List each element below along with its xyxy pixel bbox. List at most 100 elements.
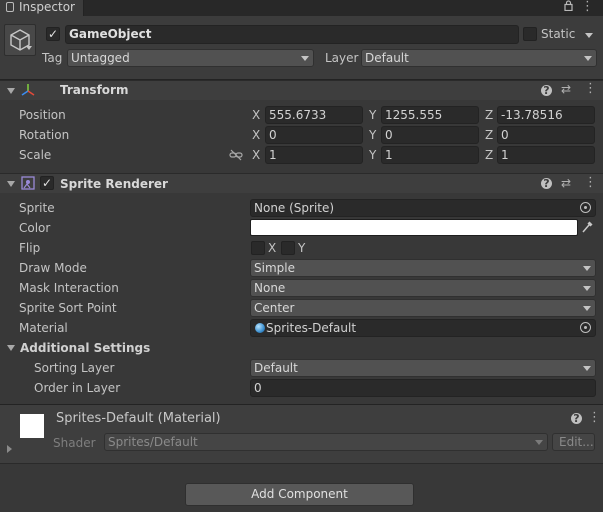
flip-x-label: X <box>268 241 277 255</box>
flip-label: Flip <box>19 241 41 255</box>
transform-foldout-icon[interactable] <box>7 88 15 94</box>
kebab-menu-icon[interactable]: ⋮ <box>581 0 594 14</box>
layer-value: Default <box>365 51 409 65</box>
transform-title: Transform <box>60 83 129 97</box>
sorting-layer-label: Sorting Layer <box>34 361 115 375</box>
position-z-label[interactable]: Z <box>485 108 493 122</box>
mask-interaction-value: None <box>254 281 286 295</box>
tag-dropdown[interactable]: Untagged <box>67 49 314 67</box>
shader-edit-label: Edit... <box>559 435 594 449</box>
sprite-renderer-title: Sprite Renderer <box>60 177 168 191</box>
sprite-sort-point-value: Center <box>254 301 295 315</box>
object-picker-icon[interactable] <box>580 202 591 213</box>
chevron-down-icon <box>583 366 591 371</box>
chevron-down-icon <box>301 56 309 61</box>
scale-x-label[interactable]: X <box>252 148 260 162</box>
shader-label: Shader <box>53 436 96 450</box>
help-icon[interactable]: ? <box>541 178 552 189</box>
sprite-renderer-foldout-icon[interactable] <box>7 181 15 187</box>
shader-value: Sprites/Default <box>108 435 198 449</box>
scale-label: Scale <box>19 148 52 162</box>
material-field[interactable]: Sprites-Default <box>250 319 596 337</box>
material-value: Sprites-Default <box>266 321 357 335</box>
tag-value: Untagged <box>71 51 130 65</box>
component-menu-icon[interactable]: ⋮ <box>584 81 597 96</box>
position-x-label[interactable]: X <box>252 108 260 122</box>
draw-mode-value: Simple <box>254 261 295 275</box>
sprite-renderer-enabled-checkbox[interactable]: ✓ <box>40 176 54 190</box>
position-z-field[interactable]: -13.78516 <box>497 106 595 124</box>
position-y-label[interactable]: Y <box>369 108 376 122</box>
color-label: Color <box>19 221 51 235</box>
scale-y-label[interactable]: Y <box>369 148 376 162</box>
flip-y-label: Y <box>298 241 306 255</box>
mask-interaction-dropdown[interactable]: None <box>250 279 596 297</box>
rotation-z-label[interactable]: Z <box>485 128 493 142</box>
static-dropdown-caret[interactable] <box>585 33 593 38</box>
active-checkbox[interactable]: ✓ <box>46 27 60 41</box>
additional-settings-foldout-icon[interactable] <box>7 345 15 351</box>
material-title: Sprites-Default (Material) <box>56 411 221 426</box>
position-x-field[interactable]: 555.6733 <box>265 106 363 124</box>
shader-edit-button[interactable]: Edit... <box>552 433 595 451</box>
gameobject-name-field[interactable]: GameObject <box>65 25 519 44</box>
presets-icon[interactable]: ⇄ <box>561 82 571 96</box>
material-foldout-icon[interactable] <box>7 445 12 453</box>
sprite-renderer-icon <box>21 176 35 193</box>
layer-label: Layer <box>325 51 359 65</box>
material-menu-icon[interactable]: ⋮ <box>588 410 601 425</box>
material-sphere-icon <box>255 323 265 333</box>
sprite-field[interactable]: None (Sprite) <box>250 199 596 217</box>
inspector-tab[interactable]: Inspector <box>0 0 84 16</box>
mask-interaction-label: Mask Interaction <box>19 281 119 295</box>
add-component-label: Add Component <box>251 487 348 501</box>
flip-x-checkbox[interactable] <box>251 241 265 255</box>
shader-dropdown[interactable]: Sprites/Default <box>104 433 548 451</box>
scale-z-field[interactable]: 1 <box>497 146 595 164</box>
sprite-value: None (Sprite) <box>254 201 335 215</box>
gameobject-icon[interactable] <box>4 24 36 56</box>
static-checkbox[interactable] <box>523 27 537 41</box>
order-in-layer-label: Order in Layer <box>34 381 121 395</box>
chevron-down-icon <box>583 266 591 271</box>
eyedropper-icon[interactable] <box>581 220 593 237</box>
order-in-layer-field[interactable]: 0 <box>250 379 596 397</box>
rotation-z-field[interactable]: 0 <box>497 126 595 144</box>
rotation-y-label[interactable]: Y <box>369 128 376 142</box>
help-icon[interactable]: ? <box>541 85 552 96</box>
flip-y-checkbox[interactable] <box>281 241 295 255</box>
draw-mode-dropdown[interactable]: Simple <box>250 259 596 277</box>
position-y-field[interactable]: 1255.555 <box>381 106 479 124</box>
sprite-sort-point-dropdown[interactable]: Center <box>250 299 596 317</box>
add-component-button[interactable]: Add Component <box>185 483 414 506</box>
static-label: Static <box>541 27 576 41</box>
check-icon: ✓ <box>41 176 53 190</box>
scale-x-field[interactable]: 1 <box>265 146 363 164</box>
material-label: Material <box>19 321 68 335</box>
rotation-x-field[interactable]: 0 <box>265 126 363 144</box>
gameobject-icon-caret[interactable] <box>26 46 32 50</box>
check-icon: ✓ <box>47 27 59 41</box>
material-preview <box>20 414 44 438</box>
sorting-layer-dropdown[interactable]: Default <box>250 359 596 377</box>
lock-icon[interactable] <box>564 0 573 14</box>
chevron-down-icon <box>583 306 591 311</box>
transform-icon <box>20 83 36 100</box>
object-picker-icon[interactable] <box>580 322 591 333</box>
scale-z-label[interactable]: Z <box>485 148 493 162</box>
additional-settings-label[interactable]: Additional Settings <box>20 341 150 355</box>
help-icon[interactable]: ? <box>571 413 582 424</box>
presets-icon[interactable]: ⇄ <box>561 176 571 190</box>
component-menu-icon[interactable]: ⋮ <box>584 175 597 190</box>
sprite-label: Sprite <box>19 201 55 215</box>
inspector-tab-label: Inspector <box>19 0 75 14</box>
scale-y-field[interactable]: 1 <box>381 146 479 164</box>
color-swatch[interactable] <box>250 219 578 236</box>
draw-mode-label: Draw Mode <box>19 261 87 275</box>
layer-dropdown[interactable]: Default <box>361 49 597 67</box>
chevron-down-icon <box>584 56 592 61</box>
constrain-proportions-icon[interactable] <box>229 149 243 164</box>
tag-label: Tag <box>42 51 63 65</box>
rotation-y-field[interactable]: 0 <box>381 126 479 144</box>
rotation-x-label[interactable]: X <box>252 128 260 142</box>
